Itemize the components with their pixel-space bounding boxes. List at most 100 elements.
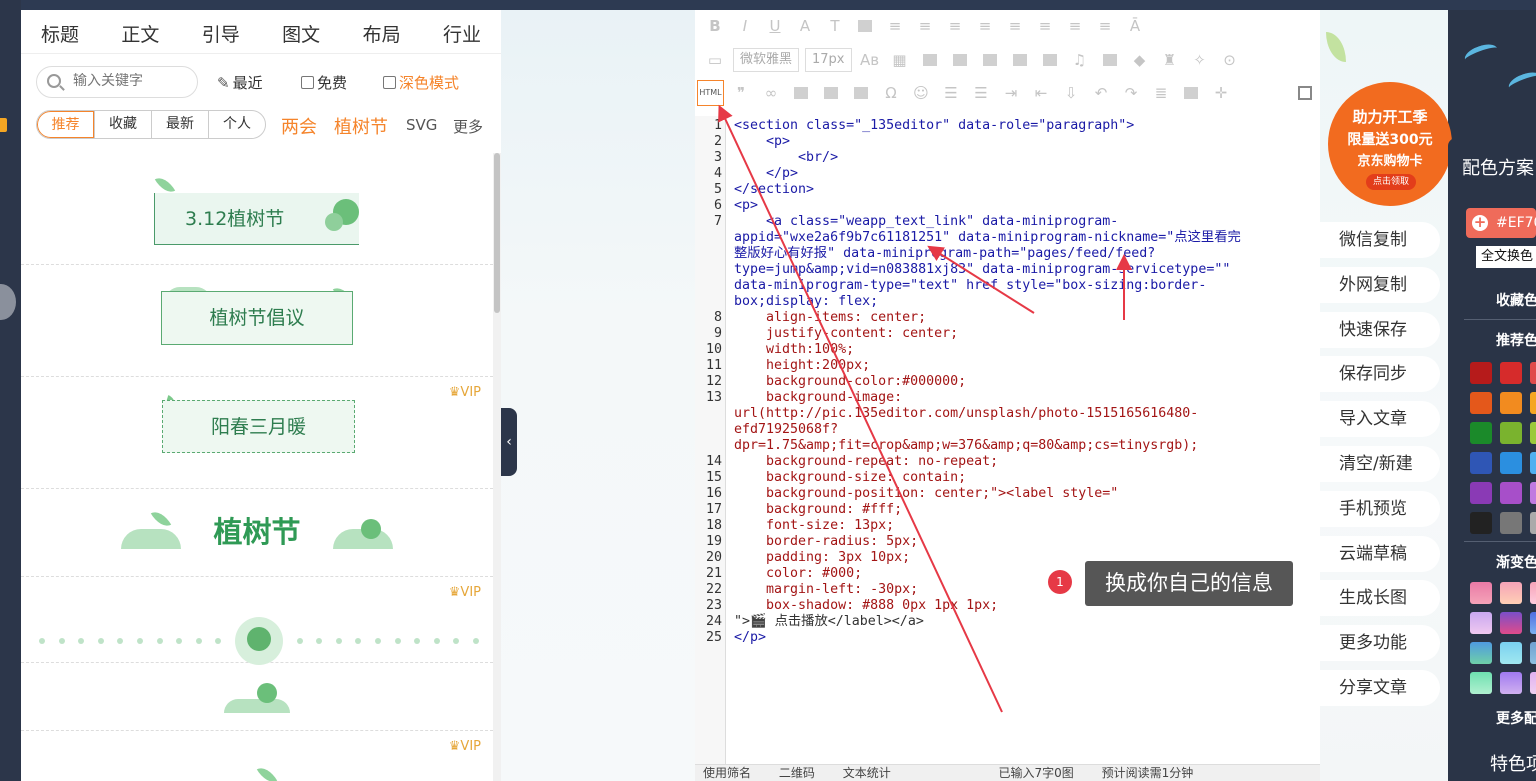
side-action-button[interactable]: 导入文章 (1320, 401, 1440, 438)
underline-icon[interactable]: U (763, 16, 787, 36)
preview-icon[interactable] (1179, 83, 1203, 103)
color-swatch[interactable] (1470, 392, 1492, 414)
gradient-swatch[interactable] (1500, 642, 1522, 664)
video-icon[interactable] (1037, 50, 1062, 70)
html-source-button[interactable]: HTML (697, 80, 724, 106)
free-checkbox[interactable] (301, 76, 314, 89)
font-family-select[interactable]: 微软雅黑 (733, 48, 800, 72)
music-icon[interactable]: ♫ (1068, 50, 1092, 70)
side-action-button[interactable]: 分享文章 (1320, 670, 1440, 706)
color-swatch[interactable] (1530, 362, 1536, 384)
unlink-icon[interactable] (789, 83, 813, 103)
notice-icon[interactable] (0, 118, 7, 132)
search-input[interactable] (73, 73, 191, 89)
side-action-button[interactable]: 微信复制 (1320, 222, 1440, 258)
text-style-icon[interactable]: T (823, 16, 847, 36)
format-icon[interactable]: ≣ (1149, 83, 1173, 103)
align-right-icon[interactable]: ≡ (943, 16, 967, 36)
promo-badge[interactable]: 助力开工季 限量送300元 京东购物卡 点击领取 (1328, 82, 1452, 206)
gallery-icon[interactable] (1007, 50, 1032, 70)
template-scrollbar[interactable] (493, 153, 501, 781)
italic-icon[interactable]: I (733, 16, 757, 36)
gradient-swatch[interactable] (1500, 582, 1522, 604)
color-swatch[interactable] (1500, 362, 1522, 384)
template-item[interactable]: 植树节倡议 (21, 265, 493, 377)
full-replace-select[interactable]: 全文换色 (1476, 246, 1536, 268)
special-items[interactable]: 特色项 (1490, 750, 1536, 776)
color-swatch[interactable] (1470, 362, 1492, 384)
undo-icon[interactable]: ↶ (1089, 83, 1113, 103)
status-word-count[interactable]: 文本统计 (843, 766, 891, 780)
side-action-button[interactable]: 云端草稿 (1320, 535, 1440, 572)
gradient-swatch[interactable] (1530, 642, 1536, 664)
avatar[interactable] (0, 284, 16, 320)
more-schemes-link[interactable]: 更多配 (1496, 708, 1536, 728)
gradient-swatch[interactable] (1530, 672, 1536, 694)
color-swatch[interactable] (1470, 422, 1492, 444)
topic-lianghui[interactable]: 两会 (281, 113, 317, 139)
gradient-swatch[interactable] (1470, 582, 1492, 604)
dark-mode-checkbox[interactable] (383, 76, 396, 89)
move-icon[interactable]: ✛ (1209, 83, 1233, 103)
anchor-icon[interactable] (819, 83, 843, 103)
emoji-icon[interactable]: ☺ (909, 83, 933, 103)
color-swatch[interactable] (1470, 512, 1492, 534)
side-action-button[interactable]: 更多功能 (1320, 625, 1440, 662)
table-icon[interactable]: ▦ (888, 50, 912, 70)
current-color[interactable]: #EF70 (1466, 208, 1536, 238)
color-swatch[interactable] (1530, 512, 1536, 534)
tab-title[interactable]: 标题 (41, 20, 79, 53)
promo-cta[interactable]: 点击领取 (1366, 174, 1416, 190)
subtab-favorites[interactable]: 收藏 (94, 111, 151, 138)
template-item[interactable]: ♛VIP (21, 731, 493, 781)
color-swatch[interactable] (1500, 512, 1522, 534)
sort-icon[interactable]: ⇩ (1059, 83, 1083, 103)
word-icon[interactable] (977, 50, 1002, 70)
list-icon[interactable]: ≡ (1093, 16, 1117, 36)
fullscreen-icon[interactable] (1298, 86, 1312, 100)
color-swatch[interactable] (1530, 482, 1536, 504)
gradient-swatch[interactable] (1500, 612, 1522, 634)
color-swatch[interactable] (1470, 452, 1492, 474)
subtab-personal[interactable]: 个人 (208, 111, 265, 138)
color-swatch[interactable] (1530, 452, 1536, 474)
side-action-button[interactable]: 外网复制 (1320, 266, 1440, 303)
case-icon[interactable]: Aʙ (858, 50, 882, 70)
gradient-swatch[interactable] (1470, 612, 1492, 634)
code-editor[interactable]: 1 <section class="_135editor" data-role="… (695, 116, 1320, 764)
color-swatch[interactable] (1470, 482, 1492, 504)
image-icon[interactable] (917, 50, 942, 70)
redo-icon[interactable]: ↷ (1119, 83, 1143, 103)
subtab-latest[interactable]: 最新 (151, 111, 208, 138)
tab-image-text[interactable]: 图文 (282, 20, 320, 53)
recent-filter[interactable]: ✎ 最近 (217, 72, 263, 93)
tab-guide[interactable]: 引导 (202, 20, 240, 53)
indent-icon[interactable]: ≡ (1003, 16, 1027, 36)
align-left-icon[interactable]: ≡ (883, 16, 907, 36)
subtab-recommend[interactable]: 推荐 (37, 111, 94, 138)
side-action-button[interactable]: 手机预览 (1320, 490, 1440, 527)
gradient-swatch[interactable] (1530, 582, 1536, 604)
find-icon[interactable]: ⊙ (1218, 50, 1242, 70)
quote-icon[interactable]: ❞ (729, 83, 753, 103)
tab-body[interactable]: 正文 (121, 20, 159, 53)
document-icon[interactable]: ▭ (703, 50, 727, 70)
image-multi-icon[interactable] (947, 50, 972, 70)
font-size-select[interactable]: 17px (805, 48, 852, 72)
gradient-swatch[interactable] (1500, 672, 1522, 694)
ltr-icon[interactable]: ⇥ (999, 83, 1023, 103)
align-center-icon[interactable]: ≡ (913, 16, 937, 36)
side-action-button[interactable]: 生成长图 (1320, 580, 1440, 617)
unordered-list-icon[interactable]: ☰ (969, 83, 993, 103)
eraser-icon[interactable]: ◆ (1128, 50, 1152, 70)
topic-arbor-day[interactable]: 植树节 (334, 113, 388, 139)
color-swatch[interactable] (1500, 422, 1522, 444)
side-action-button[interactable]: 清空/新建 (1320, 446, 1440, 482)
background-color-icon[interactable] (853, 16, 877, 36)
free-filter[interactable]: 免费 (301, 72, 347, 93)
side-action-button[interactable]: 保存同步 (1320, 356, 1440, 393)
magic-icon[interactable]: ✧ (1188, 50, 1212, 70)
color-swatch[interactable] (1530, 422, 1536, 444)
clear-format-icon[interactable]: Ā (1123, 16, 1147, 36)
paragraph-spacing-icon[interactable]: ≡ (1063, 16, 1087, 36)
